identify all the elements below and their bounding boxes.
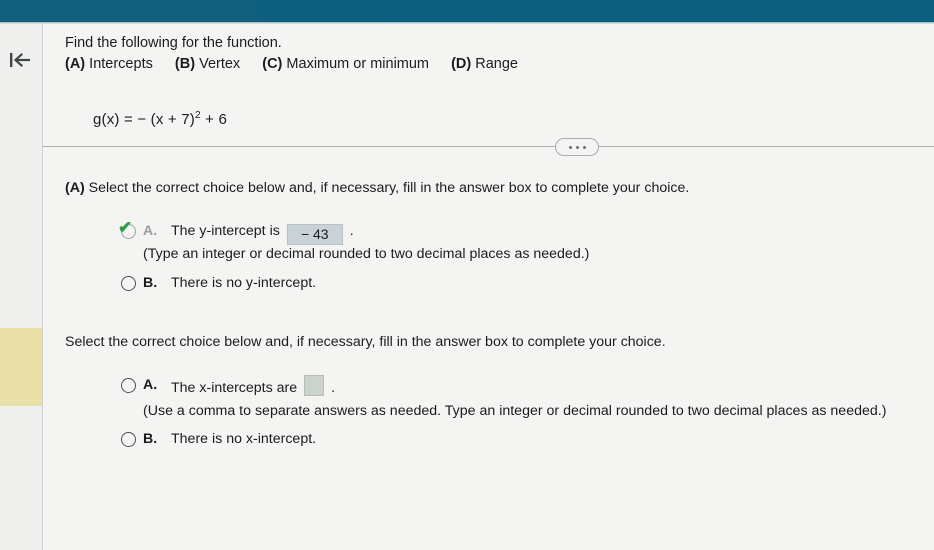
part-a-label: Intercepts bbox=[89, 56, 153, 72]
part-d-label: Range bbox=[475, 56, 518, 72]
choice-letter: A. bbox=[143, 377, 158, 393]
choice-text-before: The x-intercepts are bbox=[171, 380, 298, 396]
choice-text: The y-intercept is − 43 . bbox=[171, 221, 354, 245]
section-1-heading-text: Select the correct choice below and, if … bbox=[88, 180, 690, 196]
section-1-tag: (A) bbox=[65, 180, 85, 196]
choice-letter: B. bbox=[143, 431, 158, 447]
problem-parts-list: (A) Intercepts (B) Vertex (C) Maximum or… bbox=[65, 54, 518, 75]
radio-section2-choice-a[interactable] bbox=[121, 378, 136, 393]
choice-text: The x-intercepts are . bbox=[171, 375, 335, 398]
section-2-heading: Select the correct choice below and, if … bbox=[65, 334, 666, 350]
choice-row[interactable]: B. There is no y-intercept. bbox=[121, 273, 316, 293]
section-1-heading: (A) Select the correct choice below and,… bbox=[65, 178, 689, 198]
radio-section2-choice-b[interactable] bbox=[121, 432, 136, 447]
choice-row[interactable]: ✔ A. The y-intercept is − 43 . bbox=[118, 219, 354, 245]
choice-text-before: The y-intercept is bbox=[171, 223, 280, 239]
rail-highlight-marker bbox=[0, 328, 42, 406]
ellipsis-horizontal-icon[interactable] bbox=[555, 138, 599, 156]
choice-text: There is no y-intercept. bbox=[171, 275, 317, 291]
section-divider bbox=[43, 146, 934, 147]
part-c-label: Maximum or minimum bbox=[286, 56, 430, 72]
left-navigation-rail bbox=[0, 24, 43, 550]
part-b-tag: (B) bbox=[174, 56, 196, 72]
exercise-content: Find the following for the function. (A)… bbox=[43, 24, 934, 550]
choice-text-after: . bbox=[349, 223, 354, 239]
titlebar-tab-area bbox=[0, 0, 260, 22]
exercise-page: Find the following for the function. (A)… bbox=[0, 24, 934, 550]
choice-row[interactable]: A. The x-intercepts are . bbox=[121, 375, 335, 398]
part-c-tag: (C) bbox=[262, 56, 283, 72]
choice-letter: B. bbox=[143, 275, 158, 291]
function-expression: g(x) = − (x + 7)2 + 6 bbox=[93, 110, 227, 128]
y-intercept-answer-input[interactable]: − 43 bbox=[286, 224, 343, 245]
problem-instruction: Find the following for the function. bbox=[65, 35, 282, 51]
x-intercepts-answer-input[interactable] bbox=[304, 375, 325, 396]
function-exponent: 2 bbox=[194, 110, 201, 121]
choice-row[interactable]: B. There is no x-intercept. bbox=[121, 429, 316, 449]
radio-section1-choice-b[interactable] bbox=[121, 276, 136, 291]
choice-letter: A. bbox=[143, 223, 158, 239]
radio-section1-choice-a[interactable]: ✔ bbox=[118, 219, 136, 239]
choice-text: There is no x-intercept. bbox=[171, 431, 317, 447]
skip-to-start-arrow-icon[interactable] bbox=[4, 44, 38, 76]
part-a-tag: (A) bbox=[65, 56, 86, 72]
function-expression-base: g(x) = − (x + 7) bbox=[93, 111, 195, 128]
section-1-note: (Type an integer or decimal rounded to t… bbox=[143, 246, 590, 262]
part-b-label: Vertex bbox=[199, 56, 241, 72]
app-titlebar bbox=[0, 0, 934, 22]
correct-check-icon: ✔ bbox=[118, 218, 133, 237]
section-2-note: (Use a comma to separate answers as need… bbox=[143, 403, 887, 419]
choice-text-after: . bbox=[331, 380, 336, 396]
part-d-tag: (D) bbox=[451, 56, 472, 72]
function-expression-tail: + 6 bbox=[205, 111, 227, 128]
